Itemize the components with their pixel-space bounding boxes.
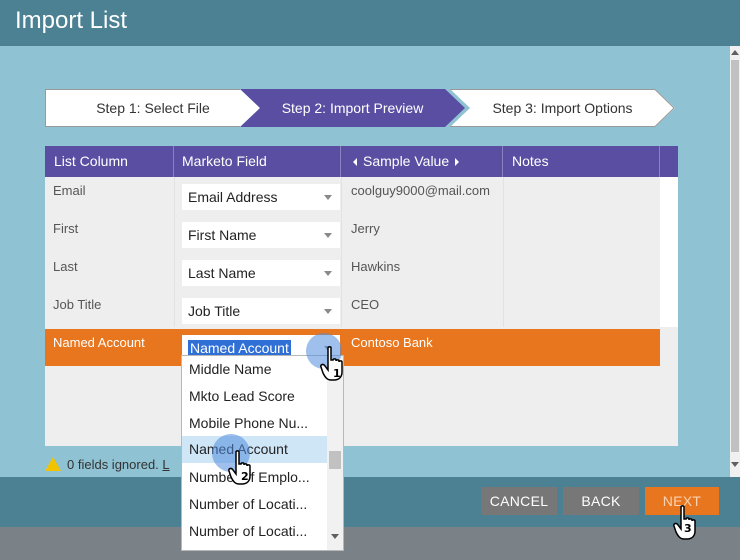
scroll-down-icon[interactable] xyxy=(331,534,339,539)
list-column-cell: Job Title xyxy=(53,297,102,312)
dialog-titlebar: Import List xyxy=(0,0,740,46)
selected-field: Named Account xyxy=(188,340,291,356)
scroll-thumb[interactable] xyxy=(329,451,341,469)
steps-outline xyxy=(45,89,675,127)
table-row: Job Title Job Title CEO xyxy=(45,291,660,329)
warning-icon xyxy=(45,457,61,471)
list-column-cell: Last xyxy=(53,259,78,274)
list-column-cell: Email xyxy=(53,183,86,198)
table-header: List Column Marketo Field Sample Value N… xyxy=(45,146,678,177)
sample-value-cell: coolguy9000@mail.com xyxy=(351,183,490,198)
step-marker: 3 xyxy=(684,522,692,535)
sample-value-cell: Jerry xyxy=(351,221,380,236)
list-column-cell: Named Account xyxy=(53,335,145,350)
table-row: Last Last Name Hawkins xyxy=(45,253,660,291)
dropdown-option[interactable]: Mkto Lead Score xyxy=(182,383,327,410)
page-bottom xyxy=(0,527,740,560)
page-scrollbar[interactable] xyxy=(730,46,740,477)
scroll-thumb[interactable] xyxy=(731,60,739,452)
dropdown-scrollbar[interactable] xyxy=(327,356,343,550)
dropdown-option[interactable]: Number of Locati... xyxy=(182,518,327,545)
dropdown-option[interactable]: Number of Locati... xyxy=(182,491,327,518)
chevron-down-icon[interactable] xyxy=(324,309,332,314)
back-button[interactable]: BACK xyxy=(563,487,639,515)
table-row: First First Name Jerry xyxy=(45,215,660,253)
ignored-status: 0 fields ignored. L xyxy=(45,457,170,472)
sample-value-cell: Hawkins xyxy=(351,259,401,274)
table-empty-area xyxy=(45,366,678,446)
col-header-notes: Notes xyxy=(503,146,660,177)
selected-field: First Name xyxy=(188,227,257,243)
table-scrollbar[interactable] xyxy=(660,177,678,327)
learn-more-link[interactable]: L xyxy=(162,457,169,472)
cancel-button[interactable]: CANCEL xyxy=(481,487,557,515)
chevron-down-icon[interactable] xyxy=(324,233,332,238)
col-header-list-column: List Column xyxy=(45,146,174,177)
marketo-field-dropdown[interactable]: Middle Name Mkto Lead Score Mobile Phone… xyxy=(181,355,344,551)
step-marker: 2 xyxy=(241,470,249,483)
dropdown-option[interactable]: Middle Name xyxy=(182,356,327,383)
col-header-marketo-field: Marketo Field xyxy=(174,146,341,177)
sample-value-label: Sample Value xyxy=(363,153,450,169)
dropdown-option[interactable]: Mobile Phone Nu... xyxy=(182,410,327,437)
col-header-sample-value[interactable]: Sample Value xyxy=(341,146,503,177)
scroll-up-icon[interactable] xyxy=(731,50,739,55)
prev-sample-icon[interactable] xyxy=(353,158,357,167)
marketo-field-select[interactable]: First Name xyxy=(182,222,340,248)
wizard-steps: Step 1: Select File Step 3: Import Optio… xyxy=(45,89,675,127)
sample-value-cell: Contoso Bank xyxy=(351,335,433,350)
selected-field: Email Address xyxy=(188,189,278,205)
table-row: Email Email Address coolguy9000@mail.com xyxy=(45,177,660,215)
selected-field: Last Name xyxy=(188,265,256,281)
marketo-field-select[interactable]: Last Name xyxy=(182,260,340,286)
scroll-down-icon[interactable] xyxy=(731,462,739,467)
chevron-down-icon[interactable] xyxy=(324,271,332,276)
ignored-text: 0 fields ignored. xyxy=(67,457,159,472)
selected-field: Job Title xyxy=(188,303,241,319)
marketo-field-select[interactable]: Email Address xyxy=(182,184,340,210)
list-column-cell: First xyxy=(53,221,79,236)
sample-value-cell: CEO xyxy=(351,297,380,312)
next-sample-icon[interactable] xyxy=(455,158,460,167)
step-marker: 1 xyxy=(333,367,341,380)
dialog-title: Import List xyxy=(15,7,128,34)
chevron-down-icon[interactable] xyxy=(324,195,332,200)
mapping-table: List Column Marketo Field Sample Value N… xyxy=(45,146,678,446)
table-row-selected: Named Account Named Account Contoso Bank xyxy=(45,329,660,367)
marketo-field-select[interactable]: Job Title xyxy=(182,298,340,324)
